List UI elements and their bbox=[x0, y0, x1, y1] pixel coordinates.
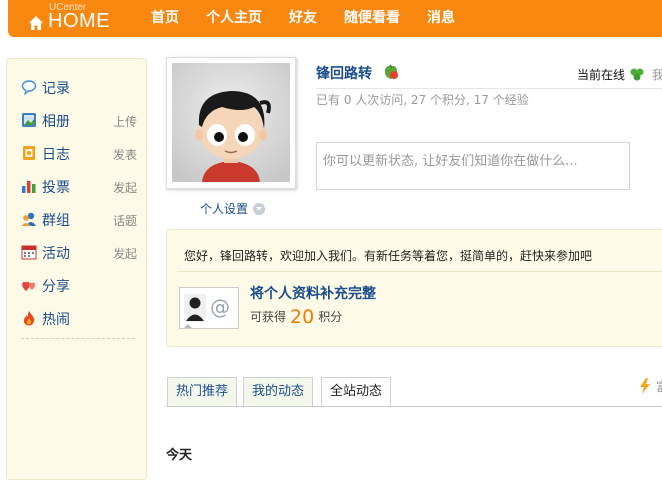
sidebar-item-label[interactable]: 分享 bbox=[42, 276, 70, 296]
tab-hot-recommend[interactable]: 热门推荐 bbox=[167, 377, 238, 406]
profile-card-icon[interactable]: @ bbox=[179, 287, 239, 329]
avatar-image bbox=[172, 63, 290, 182]
left-sidebar: 记录 相册 上传 日志 发表 投票 发起 群组 话题 活动 发起 分享 热闹 bbox=[6, 58, 147, 480]
sidebar-item-share[interactable]: 分享 bbox=[21, 274, 141, 296]
bar-chart-icon bbox=[22, 181, 36, 193]
nav-item-messages[interactable]: 消息 bbox=[427, 0, 455, 37]
avatar[interactable] bbox=[166, 57, 296, 189]
sidebar-item-records[interactable]: 记录 bbox=[21, 76, 141, 98]
task-title[interactable]: 将个人资料补充完整 bbox=[250, 283, 376, 303]
welcome-message: 您好，锋回路转，欢迎加入我们。有新任务等着您，挺简单的，赶快来参加吧 bbox=[184, 249, 593, 263]
reward-points: 20 bbox=[290, 306, 315, 328]
sidebar-item-blog[interactable]: 日志 发表 bbox=[21, 142, 141, 164]
sidebar-item-label[interactable]: 群组 bbox=[42, 210, 70, 230]
sidebar-item-label[interactable]: 热闹 bbox=[42, 309, 70, 329]
flame-icon bbox=[23, 311, 35, 326]
tab-site-feed[interactable]: 全站动态 bbox=[321, 377, 392, 407]
sidebar-divider bbox=[21, 338, 135, 339]
cartoon-boy-avatar-icon bbox=[172, 63, 290, 182]
nav-item-home[interactable]: 首页 bbox=[151, 0, 179, 37]
clover-icon bbox=[630, 68, 644, 81]
home-icon bbox=[29, 16, 43, 30]
sidebar-item-poll[interactable]: 投票 发起 bbox=[21, 175, 141, 197]
profile-stats: 已有 0 人次访问, 27 个积分, 17 个经验 bbox=[316, 93, 529, 107]
sidebar-item-group[interactable]: 群组 话题 bbox=[21, 208, 141, 230]
sidebar-item-label[interactable]: 相册 bbox=[42, 111, 70, 131]
online-extra-text: 我 bbox=[652, 68, 662, 82]
lightning-icon[interactable] bbox=[638, 378, 652, 394]
svg-text:@: @ bbox=[210, 295, 230, 319]
group-icon bbox=[21, 212, 36, 226]
sidebar-item-event[interactable]: 活动 发起 bbox=[21, 241, 141, 263]
nav-item-explore[interactable]: 随便看看 bbox=[344, 0, 400, 37]
chevron-down-icon[interactable] bbox=[253, 203, 266, 215]
stats-divider bbox=[316, 88, 662, 89]
speech-bubble-icon bbox=[21, 80, 37, 95]
sidebar-action-topic[interactable]: 话题 bbox=[113, 212, 137, 229]
photo-album-icon bbox=[22, 113, 36, 127]
task-panel: 您好，锋回路转，欢迎加入我们。有新任务等着您，挺简单的，赶快来参加吧 @ 将个人… bbox=[166, 229, 662, 347]
status-input[interactable]: 你可以更新状态, 让好友们知道你在做什么... bbox=[316, 142, 630, 190]
tabs-divider bbox=[166, 406, 662, 407]
nav-item-friends[interactable]: 好友 bbox=[289, 0, 317, 37]
feed-side-action[interactable]: 富 bbox=[656, 378, 662, 395]
sidebar-item-label[interactable]: 日志 bbox=[42, 144, 70, 164]
profile-settings-link[interactable]: 个人设置 bbox=[200, 200, 266, 217]
task-reward: 可获得 20 积分 bbox=[250, 306, 342, 328]
sidebar-action-upload[interactable]: 上传 bbox=[113, 113, 137, 130]
username[interactable]: 锋回路转 bbox=[316, 63, 372, 83]
sidebar-item-label[interactable]: 活动 bbox=[42, 243, 70, 263]
sidebar-item-label[interactable]: 记录 bbox=[42, 78, 70, 98]
sidebar-action-start-poll[interactable]: 发起 bbox=[113, 179, 137, 196]
sidebar-item-album[interactable]: 相册 上传 bbox=[21, 109, 141, 131]
task-divider bbox=[177, 271, 662, 272]
main-nav: 首页 个人主页 好友 随便看看 消息 bbox=[151, 0, 482, 37]
top-navigation-bar: UCenter HOME 首页 个人主页 好友 随便看看 消息 bbox=[8, 0, 662, 37]
reward-prefix: 可获得 bbox=[250, 310, 287, 324]
day-heading: 今天 bbox=[166, 448, 193, 463]
logo-home-text: HOME bbox=[48, 10, 110, 32]
online-status: 当前在线 bbox=[577, 68, 626, 82]
sidebar-action-start-event[interactable]: 发起 bbox=[113, 245, 137, 262]
tab-my-feed[interactable]: 我的动态 bbox=[243, 377, 314, 406]
reward-unit: 积分 bbox=[318, 310, 343, 324]
nav-item-profile[interactable]: 个人主页 bbox=[206, 0, 262, 37]
hearts-icon bbox=[22, 281, 36, 291]
vip-badge-icon bbox=[384, 64, 398, 79]
sidebar-action-publish[interactable]: 发表 bbox=[113, 146, 137, 163]
sidebar-item-trending[interactable]: 热闹 bbox=[21, 307, 141, 329]
sidebar-item-label[interactable]: 投票 bbox=[42, 177, 70, 197]
profile-settings-label: 个人设置 bbox=[200, 202, 249, 216]
calendar-icon bbox=[21, 245, 37, 260]
site-logo[interactable]: UCenter HOME bbox=[28, 2, 128, 34]
journal-icon bbox=[23, 146, 35, 160]
